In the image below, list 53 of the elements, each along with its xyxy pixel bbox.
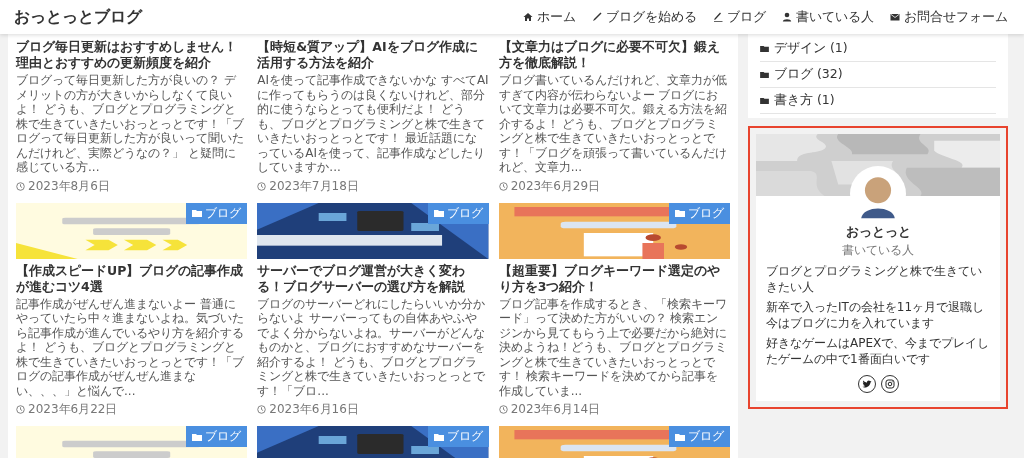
home-icon: [523, 12, 533, 22]
post-date: 2023年8月6日: [28, 177, 110, 195]
folder-icon: [760, 45, 769, 52]
post-excerpt: AIを使って記事作成できないかな すべてAIに作ってもらうのは良くないけれど、部分的に使うならとっても便利だよ！ どうも、ブログとプログラミングと株で生きていきたいおっとっとです！ 最近話題になっているAIを使って、記事作成などしたりしていますか...: [257, 73, 489, 175]
clock-icon: [257, 181, 267, 191]
folder-icon: [433, 209, 444, 217]
post-date: 2023年6月22日: [28, 401, 118, 418]
folder-icon: [675, 432, 685, 441]
profile-role: 書いている人: [842, 242, 914, 259]
site-title[interactable]: おっとっとブログ: [14, 6, 142, 28]
person-silhouette-icon: [850, 166, 906, 222]
post-excerpt: ブログって毎日更新した方が良いの？ デメリットの方が大きいからしなくて良いよ！ どうも、ブログとプログラミングと株で生きていきたいおっとっとです！「ブログって毎日更新した方が良いって聞いたんだけれど、実際どうなの？」 と疑問に感じている方...: [16, 73, 245, 175]
folder-icon: [760, 97, 769, 104]
post-date: 2023年6月14日: [510, 401, 601, 418]
mail-icon: [890, 12, 900, 22]
pencil-icon: [713, 12, 723, 22]
post-excerpt: 記事作成がぜんぜん進まないよー 普通にやっていたら中々進まないよね。気づいたら記事作成が進んでいるやり方を紹介するよ！ どうも、ブログとプログラミングと株で生きていきたいおっとっとです！「ブログの記事作成がぜんぜん進まない、、、」と悩んで...: [16, 296, 245, 398]
post-excerpt: ブログのサーバーどれにしたらいいか分からないよ サーバーってもの自体あやふやでよく分からないよね。サーバーがどんなものかと、ブログにおすすめなサーバーを紹介するよ！ どうも、ブログとプログラミングと株で生きていきたいおっとっとです！「ブロ...: [257, 296, 487, 398]
clock-icon: [16, 181, 25, 191]
camera-icon: [884, 379, 895, 389]
post-excerpt: ブログ書いているんだけれど、文章力が低すぎて内容が伝わらないよー ブログにおいて文章力は必要不可欠。鍛える方法を紹介するよ！ どうも、ブログとプログラミングと株で生きていきたいおっとっとです！「ブログを頑張って書いているんだけれど、文章力...: [498, 73, 728, 175]
post-date: 2023年7月18日: [269, 177, 359, 195]
post-date: 2023年6月29日: [510, 177, 601, 195]
nav-link[interactable]: ホーム: [523, 8, 576, 26]
post-title[interactable]: サーバーでブログ運営が大きく変わる！ブログサーバーの選び方を解説: [257, 262, 489, 295]
person-icon: [782, 12, 792, 22]
clock-icon: [498, 181, 508, 191]
post-title[interactable]: 【文章力はブログに必要不可欠】鍛え方を徹底解説！: [498, 39, 730, 71]
profile-bio: 好きなゲームはAPEXで、今までプレイしたゲームの中で1番面白いです: [765, 336, 991, 367]
clock-icon: [16, 405, 25, 414]
profile-name: おっとっと: [845, 224, 911, 241]
category-link[interactable]: デザイン (1): [760, 36, 996, 62]
clock-icon: [498, 405, 508, 414]
post-title[interactable]: 【超重要】ブログキーワード選定のやり方を3つ紹介！: [498, 262, 730, 295]
clock-icon: [257, 405, 267, 414]
folder-icon: [433, 432, 444, 441]
nav-link[interactable]: 書いている人: [782, 8, 874, 26]
profile-bio: 新卒で入ったITの会社を11ヶ月で退職し今はブログに力を入れています: [765, 300, 986, 331]
post-excerpt: ブログ記事を作成するとき、「検索キーワード」って決めた方がいいの？ 検索エンジンから見てもらう上で必要だから絶対に決めようね！どうも、ブログとプログラミングと株で生きていきたいおっとっとです！ 検索キーワードを決めてから記事を作成していま...: [498, 296, 728, 398]
post-title[interactable]: 【時短&質アップ】AIをブログ作成に活用する方法を紹介: [257, 39, 489, 71]
bird-icon: [861, 379, 872, 389]
post-date: 2023年6月16日: [269, 401, 359, 418]
pen-icon: [592, 12, 602, 22]
nav-link[interactable]: ブログを始める: [592, 8, 697, 26]
nav-link[interactable]: ブログ: [713, 8, 766, 26]
category-link[interactable]: 書き方 (1): [760, 88, 996, 114]
folder-icon: [675, 209, 685, 217]
nav-link[interactable]: お問合せフォーム: [890, 8, 1008, 26]
category-link[interactable]: ブログ (32): [760, 62, 996, 88]
profile-bio: ブログとプログラミングと株で生きていきたい人: [765, 264, 983, 295]
folder-icon: [760, 71, 769, 78]
post-title[interactable]: ブログ毎日更新はおすすめしません！理由とおすすめの更新頻度を紹介: [16, 39, 248, 71]
post-title[interactable]: 【作成スピードUP】ブログの記事作成が進むコツ4選: [16, 262, 248, 295]
